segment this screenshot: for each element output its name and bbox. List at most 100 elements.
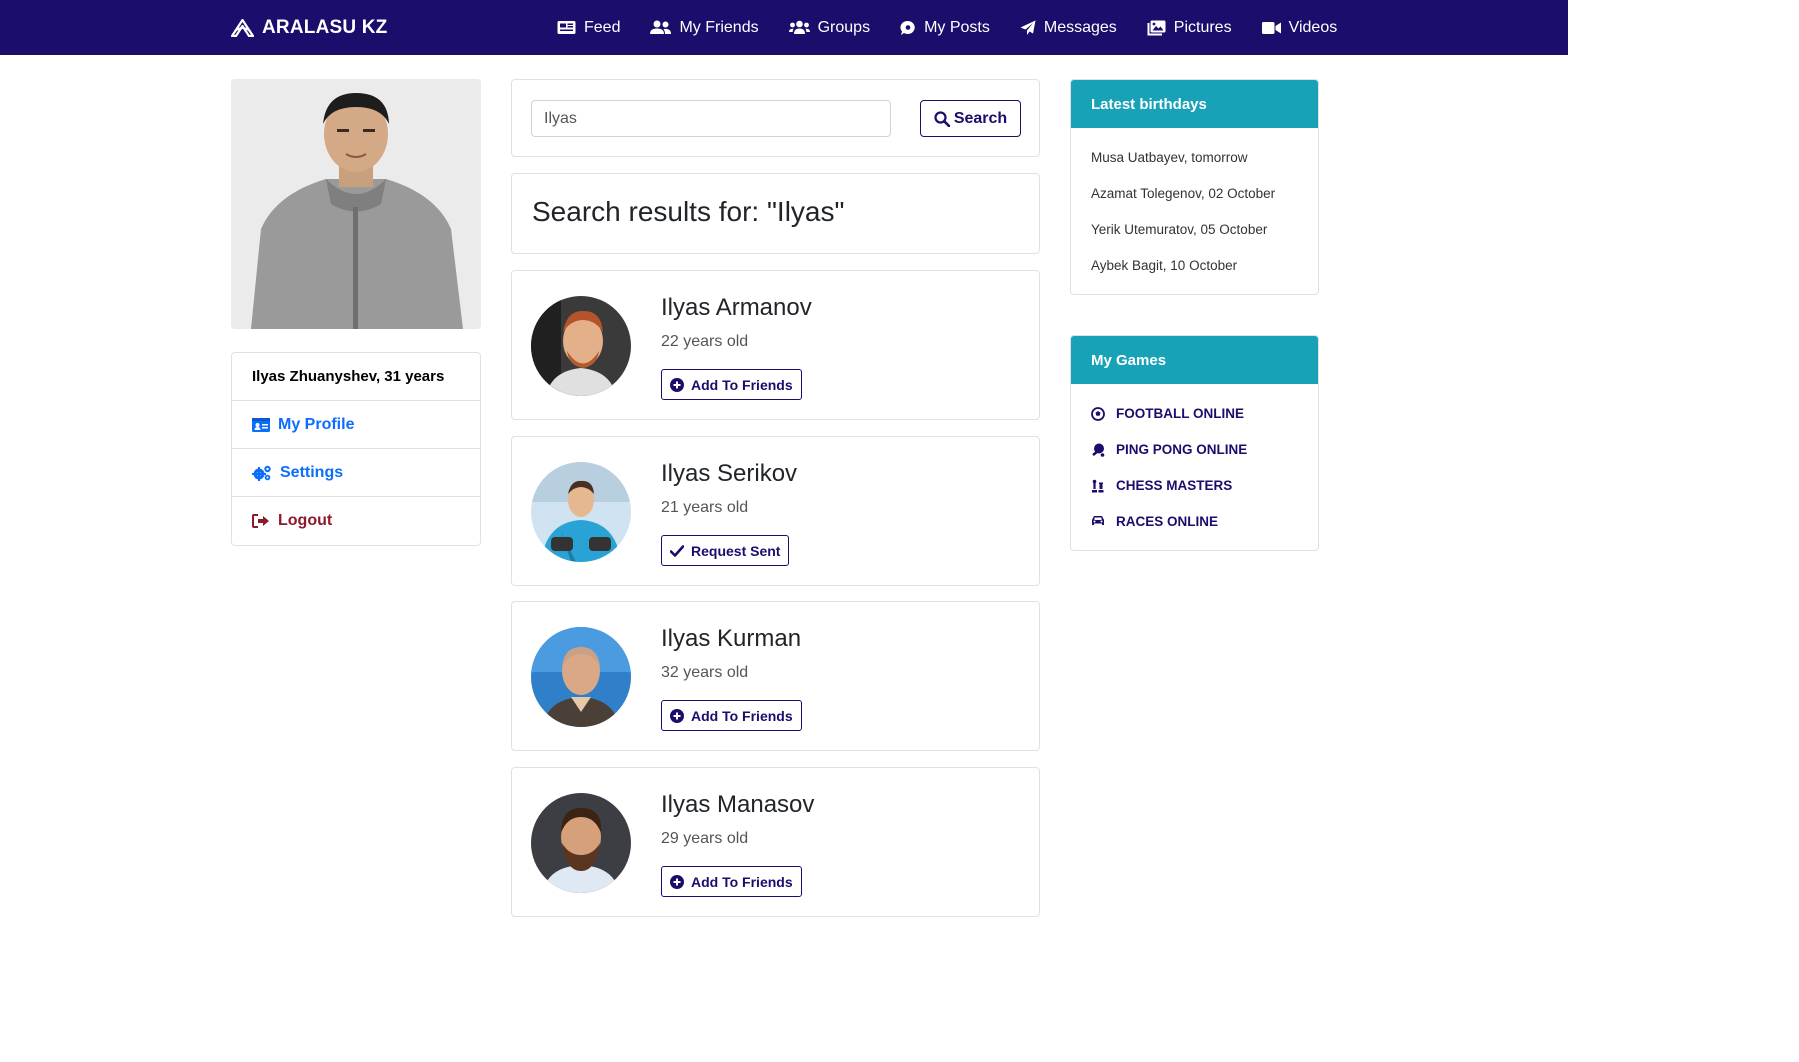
avatar[interactable] (531, 462, 631, 562)
nav-feed-label: Feed (584, 18, 621, 36)
add-to-friends-button[interactable]: Add To Friends (661, 369, 802, 400)
game-label: CHESS MASTERS (1116, 478, 1233, 493)
sidebar-item-logout-label: Logout (278, 512, 333, 529)
chess-icon (1092, 479, 1104, 493)
sidebar-item-settings-label: Settings (280, 463, 344, 481)
birthday-item: Yerik Utemuratov, 05 October (1091, 222, 1268, 237)
users-icon (788, 20, 810, 34)
results-title-card: Search results for: "Ilyas" (511, 173, 1040, 254)
nav-feed[interactable]: Feed (557, 19, 620, 37)
brand[interactable]: ARALASU KZ (231, 15, 388, 41)
search-card: Search (511, 79, 1040, 157)
result-age: 22 years old (661, 333, 749, 350)
id-card-icon (252, 417, 270, 432)
user-friends-icon (650, 20, 672, 34)
result-name[interactable]: Ilyas Kurman (661, 625, 801, 653)
result-age: 21 years old (661, 499, 749, 516)
car-icon (1092, 516, 1104, 525)
avatar-image (531, 296, 631, 396)
top-navbar: ARALASU KZ Feed My Friends Groups My Pos… (0, 0, 1568, 55)
game-races-online[interactable]: RACES ONLINE (1091, 510, 1298, 546)
nav-videos[interactable]: Videos (1261, 18, 1338, 37)
search-icon (934, 110, 950, 127)
result-name[interactable]: Ilyas Manasov (661, 791, 814, 819)
nav-groups[interactable]: Groups (788, 18, 871, 37)
game-label: FOOTBALL ONLINE (1116, 406, 1244, 421)
nav-pictures[interactable]: Pictures (1147, 19, 1232, 37)
avatar[interactable] (531, 296, 631, 396)
newspaper-icon (557, 21, 576, 34)
game-ping-pong-online[interactable]: PING PONG ONLINE (1091, 438, 1298, 474)
profile-user-name: Ilyas Zhuanyshev, 31 years (252, 368, 445, 385)
avatar-image (531, 627, 631, 727)
request-sent-button[interactable]: Request Sent (661, 535, 790, 566)
sidebar-item-settings[interactable]: Settings (232, 449, 480, 497)
profile-menu: Ilyas Zhuanyshev, 31 years My Profile Se… (231, 352, 481, 546)
game-football-online[interactable]: FOOTBALL ONLINE (1091, 402, 1298, 438)
result-name[interactable]: Ilyas Armanov (661, 294, 812, 322)
result-age: 32 years old (661, 664, 749, 681)
avatar[interactable] (531, 627, 631, 727)
birthdays-list: Musa Uatbayev, tomorrow Azamat Tolegenov… (1071, 128, 1318, 288)
nav-my-friends[interactable]: My Friends (650, 18, 759, 37)
sidebar-item-my-profile[interactable]: My Profile (232, 401, 480, 449)
futbol-icon (1091, 407, 1105, 421)
check-icon (670, 544, 684, 557)
result-card: Ilyas Serikov 21 years old Request Sent (511, 436, 1040, 586)
request-sent-label: Request Sent (691, 542, 781, 559)
birthday-item: Musa Uatbayev, tomorrow (1091, 150, 1248, 165)
nav-my-posts[interactable]: My Posts (900, 19, 990, 37)
add-to-friends-button[interactable]: Add To Friends (661, 700, 802, 731)
result-name[interactable]: Ilyas Serikov (661, 460, 797, 488)
avatar-image (531, 462, 631, 562)
sidebar-item-my-profile-label: My Profile (278, 415, 355, 433)
brand-name: ARALASU KZ (262, 17, 388, 38)
nav-messages[interactable]: Messages (1020, 19, 1117, 37)
profile-photo (231, 79, 481, 329)
results-title: Search results for: "Ilyas" (532, 196, 845, 227)
images-icon (1147, 20, 1166, 35)
search-button[interactable]: Search (920, 100, 1021, 137)
nav-my-friends-label: My Friends (679, 18, 759, 36)
paper-plane-icon (1020, 20, 1036, 35)
plus-circle-icon (670, 377, 684, 392)
nav-messages-label: Messages (1043, 18, 1117, 36)
plus-circle-icon (670, 874, 684, 889)
birthday-item: Aybek Bagit, 10 October (1091, 258, 1238, 273)
games-title: My Games (1071, 336, 1318, 384)
result-card: Ilyas Armanov 22 years old Add To Friend… (511, 270, 1040, 420)
add-to-friends-label: Add To Friends (691, 707, 793, 724)
sidebar-item-logout[interactable]: Logout (232, 497, 480, 545)
search-input[interactable] (531, 100, 891, 137)
cogs-icon (252, 465, 271, 481)
game-label: PING PONG ONLINE (1116, 442, 1248, 457)
nav-videos-label: Videos (1288, 18, 1338, 36)
games-list: FOOTBALL ONLINE PING PONG ONLINE CHESS M… (1071, 384, 1318, 546)
avatar[interactable] (531, 793, 631, 893)
game-label: RACES ONLINE (1116, 514, 1219, 529)
add-to-friends-label: Add To Friends (691, 376, 793, 393)
add-to-friends-button[interactable]: Add To Friends (661, 866, 802, 897)
main-nav: Feed My Friends Groups My Posts Messages… (557, 0, 1337, 55)
add-to-friends-label: Add To Friends (691, 873, 793, 890)
search-button-label: Search (953, 109, 1008, 127)
sign-out-icon (252, 514, 269, 528)
result-age: 29 years old (661, 830, 749, 847)
brand-logo-icon (231, 19, 254, 37)
profile-photo-image (231, 79, 481, 329)
nav-my-posts-label: My Posts (924, 18, 990, 36)
game-chess-masters[interactable]: CHESS MASTERS (1091, 474, 1298, 510)
video-icon (1261, 21, 1281, 34)
result-card: Ilyas Kurman 32 years old Add To Friends (511, 601, 1040, 751)
birthdays-card: Latest birthdays Musa Uatbayev, tomorrow… (1070, 79, 1319, 295)
birthdays-title: Latest birthdays (1071, 80, 1318, 128)
result-card: Ilyas Manasov 29 years old Add To Friend… (511, 767, 1040, 917)
avatar-image (531, 793, 631, 893)
comment-icon (900, 20, 915, 35)
nav-groups-label: Groups (817, 18, 871, 36)
birthday-item: Azamat Tolegenov, 02 October (1091, 186, 1276, 201)
games-card: My Games FOOTBALL ONLINE PING PONG ONLIN… (1070, 335, 1319, 551)
plus-circle-icon (670, 708, 684, 723)
table-tennis-icon (1092, 443, 1105, 457)
nav-pictures-label: Pictures (1173, 18, 1232, 36)
